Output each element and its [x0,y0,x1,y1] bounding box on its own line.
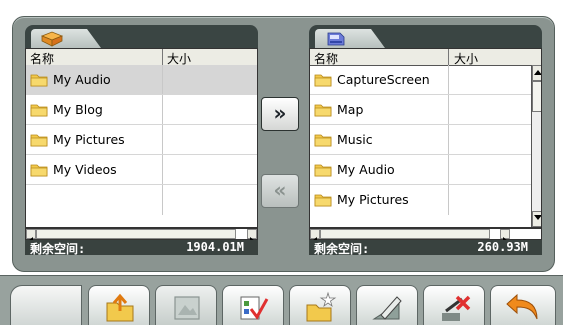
cell-divider [162,155,163,185]
folder-icon [314,194,332,207]
triangle-up-icon [533,70,541,75]
move-folder-up-icon [106,293,134,322]
rename-button[interactable] [356,285,418,325]
cell-divider [162,65,163,95]
folder-icon [314,104,332,117]
delete-icon [442,295,471,321]
left-tab-bar [25,25,258,48]
rename-pen-icon [372,296,402,320]
book-folder-icon [41,31,63,47]
cell-divider [162,125,163,155]
cell-divider [448,185,449,215]
delete-button[interactable] [423,285,485,325]
folder-icon [30,134,48,147]
file-manager-frame: 名称 大小 My Audio My Blog My Pictures My Vi… [12,16,555,272]
right-free-space-bar: 剩余空间: 260.93M [309,240,542,256]
scroll-down-arrow[interactable] [532,211,541,227]
move-to-right-button[interactable]: » [261,97,299,131]
cell-divider [448,155,449,185]
free-space-label: 剩余空间: [314,242,370,256]
free-space-value: 1904.01M [186,240,244,254]
file-name: My Pictures [53,132,125,147]
list-item[interactable]: My Audio [26,65,257,95]
file-name: Music [337,132,373,147]
cell-divider [448,65,449,95]
triangle-down-icon [533,215,541,220]
list-item[interactable]: Map [310,95,531,125]
left-list-header: 名称 大小 [26,49,257,66]
cell-divider [162,95,163,125]
new-folder-button[interactable] [289,285,351,325]
left-file-list: 名称 大小 My Audio My Blog My Pictures My Vi… [25,48,258,228]
scroll-right-arrow[interactable] [247,229,257,245]
bottom-toolbar [0,275,563,325]
file-manager-screen: 名称 大小 My Audio My Blog My Pictures My Vi… [0,0,563,325]
scroll-right-arrow[interactable] [500,229,510,245]
file-name: My Audio [53,72,111,87]
file-name: My Pictures [337,192,409,207]
scroll-left-arrow[interactable] [310,229,320,245]
right-file-panel: 名称 大小 CaptureScreen Map Music My Audio M… [309,25,542,256]
column-divider[interactable] [162,49,163,65]
free-space-label: 剩余空间: [30,242,86,256]
free-space-value: 260.93M [477,240,528,254]
checklist-icon [240,296,269,320]
file-name: My Audio [337,162,395,177]
left-horizontal-scrollbar[interactable] [25,228,258,245]
scroll-left-arrow[interactable] [26,229,36,245]
right-file-list: 名称 大小 CaptureScreen Map Music My Audio M… [309,48,542,228]
right-tab-bar [309,25,542,48]
list-item[interactable]: My Videos [26,155,257,185]
file-name: Map [337,102,364,117]
cell-divider [448,125,449,155]
file-name: My Videos [53,162,117,177]
list-item[interactable]: My Pictures [310,185,531,215]
file-name: CaptureScreen [337,72,430,87]
move-folder-up-button[interactable] [88,285,150,325]
select-all-button[interactable] [222,285,284,325]
right-vertical-scrollbar[interactable] [531,65,541,227]
back-button[interactable] [490,285,556,325]
right-storage-tab[interactable] [315,29,385,48]
right-list-header: 名称 大小 [310,49,541,66]
folder-icon [30,164,48,177]
left-free-space-bar: 剩余空间: 1904.01M [25,240,258,256]
list-item[interactable]: My Audio [310,155,531,185]
new-folder-icon [306,291,337,322]
folder-icon [314,134,332,147]
list-item[interactable]: CaptureScreen [310,65,531,95]
move-to-left-button[interactable]: « [261,174,299,208]
picture-button[interactable] [155,285,217,325]
left-storage-tab[interactable] [31,29,101,48]
scroll-thumb[interactable] [36,229,236,239]
cell-divider [448,95,449,125]
scroll-up-arrow[interactable] [532,65,541,81]
list-item[interactable]: My Pictures [26,125,257,155]
list-item[interactable]: Music [310,125,531,155]
scroll-thumb[interactable] [532,81,541,112]
picture-icon [174,296,200,320]
file-name: My Blog [53,102,103,117]
column-divider[interactable] [448,49,449,65]
back-arrow-icon [506,293,538,320]
list-item[interactable]: My Blog [26,95,257,125]
folder-icon [314,164,332,177]
cell-divider [162,185,163,215]
left-file-panel: 名称 大小 My Audio My Blog My Pictures My Vi… [25,25,258,256]
toolbar-spacer [10,285,82,325]
folder-icon [30,104,48,117]
scroll-thumb[interactable] [320,229,490,239]
folder-icon [30,74,48,87]
list-item-empty [26,185,257,215]
right-horizontal-scrollbar[interactable] [309,228,542,245]
folder-icon [314,74,332,87]
memory-card-icon [327,32,345,46]
